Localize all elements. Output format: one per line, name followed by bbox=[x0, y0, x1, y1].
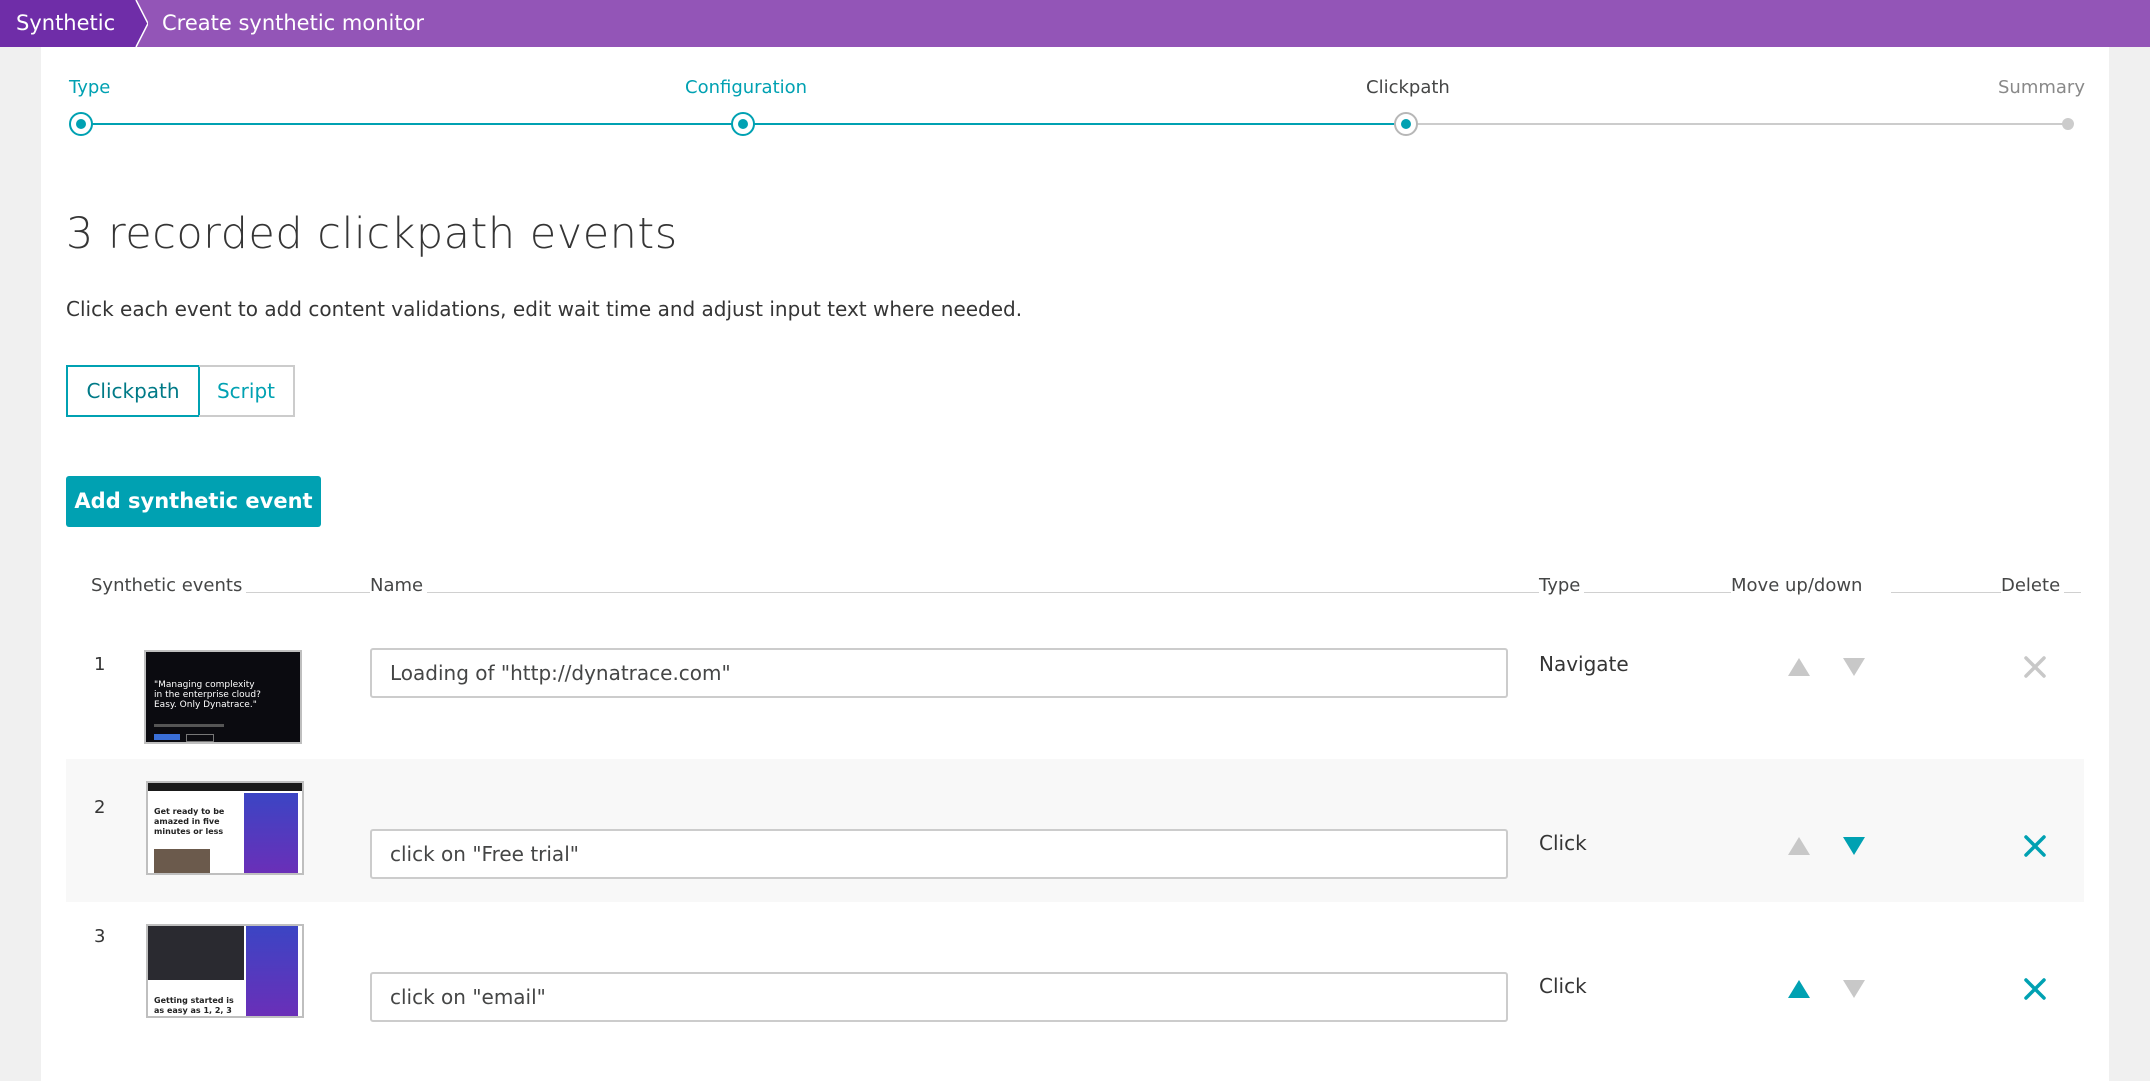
thumbnail-signup-panel bbox=[244, 793, 298, 873]
thumbnail-video bbox=[148, 926, 244, 980]
thumbnail-signup-panel bbox=[246, 926, 298, 1016]
thumbnail-caption: "Managing complexity in the enterprise c… bbox=[154, 680, 261, 710]
thumbnail-button bbox=[186, 734, 214, 742]
move-up-icon bbox=[1788, 658, 1810, 676]
breadcrumb-chevron-icon bbox=[128, 0, 148, 47]
step-clickpath: Clickpath bbox=[1366, 77, 1450, 98]
event-type: Click bbox=[1539, 974, 1587, 998]
event-thumbnail[interactable]: Getting started is as easy as 1, 2, 3 bbox=[146, 924, 304, 1018]
thumbnail-navbar bbox=[148, 783, 302, 791]
row-number: 2 bbox=[94, 797, 106, 818]
script-tab[interactable]: Script bbox=[199, 365, 295, 417]
header-divider bbox=[371, 592, 1557, 593]
row-number: 3 bbox=[94, 926, 106, 947]
step-summary-dot bbox=[2062, 118, 2074, 130]
header-divider bbox=[1581, 592, 1746, 593]
step-clickpath-dot bbox=[1394, 112, 1418, 136]
move-down-icon bbox=[1843, 658, 1865, 676]
event-thumbnail[interactable]: Get ready to be amazed in five minutes o… bbox=[146, 781, 304, 875]
event-name-input[interactable] bbox=[370, 972, 1508, 1022]
step-configuration-dot[interactable] bbox=[731, 112, 755, 136]
move-down-icon[interactable] bbox=[1841, 833, 1867, 859]
table-row[interactable]: 3 Getting started is as easy as 1, 2, 3 … bbox=[66, 902, 2084, 1045]
move-up-icon bbox=[1788, 837, 1810, 855]
close-icon[interactable] bbox=[2022, 976, 2048, 1002]
breadcrumb: Synthetic Create synthetic monitor bbox=[0, 0, 2150, 47]
event-type: Navigate bbox=[1539, 652, 1629, 676]
table-row[interactable]: 2 Get ready to be amazed in five minutes… bbox=[66, 759, 2084, 902]
close-icon bbox=[2024, 656, 2046, 678]
row-number: 1 bbox=[94, 654, 106, 675]
step-type[interactable]: Type bbox=[69, 77, 110, 98]
thumbnail-photo bbox=[154, 849, 210, 873]
move-down-icon bbox=[1843, 980, 1865, 998]
thumbnail-caption: Getting started is as easy as 1, 2, 3 bbox=[154, 996, 234, 1015]
page-title: 3 recorded clickpath events bbox=[66, 209, 678, 259]
table-row[interactable]: 1 "Managing complexity in the enterprise… bbox=[66, 632, 2084, 775]
stepper-remaining-line bbox=[1407, 123, 2067, 125]
header-move: Move up/down bbox=[1731, 575, 1867, 596]
thumbnail-text-line bbox=[154, 724, 224, 727]
header-type: Type bbox=[1539, 575, 1585, 596]
step-type-dot[interactable] bbox=[69, 112, 93, 136]
step-configuration[interactable]: Configuration bbox=[685, 77, 807, 98]
breadcrumb-synthetic-link[interactable]: Synthetic bbox=[0, 0, 136, 47]
header-name: Name bbox=[370, 575, 428, 596]
header-delete: Delete bbox=[2001, 575, 2065, 596]
thumbnail-button bbox=[154, 734, 180, 740]
event-thumbnail[interactable]: "Managing complexity in the enterprise c… bbox=[144, 650, 302, 744]
page-description: Click each event to add content validati… bbox=[66, 297, 1023, 321]
header-synthetic-events: Synthetic events bbox=[91, 575, 247, 596]
clickpath-tab[interactable]: Clickpath bbox=[66, 365, 200, 417]
close-icon[interactable] bbox=[2022, 833, 2048, 859]
event-name-input[interactable] bbox=[370, 648, 1508, 698]
move-up-icon[interactable] bbox=[1786, 976, 1812, 1002]
step-summary: Summary bbox=[1998, 77, 2085, 98]
event-name-input[interactable] bbox=[370, 829, 1508, 879]
main-card: Type Configuration Clickpath Summary 3 r… bbox=[41, 47, 2109, 1081]
breadcrumb-current: Create synthetic monitor bbox=[162, 11, 425, 35]
add-synthetic-event-button[interactable]: Add synthetic event bbox=[66, 476, 321, 527]
event-type: Click bbox=[1539, 831, 1587, 855]
thumbnail-caption: Get ready to be amazed in five minutes o… bbox=[154, 807, 225, 836]
